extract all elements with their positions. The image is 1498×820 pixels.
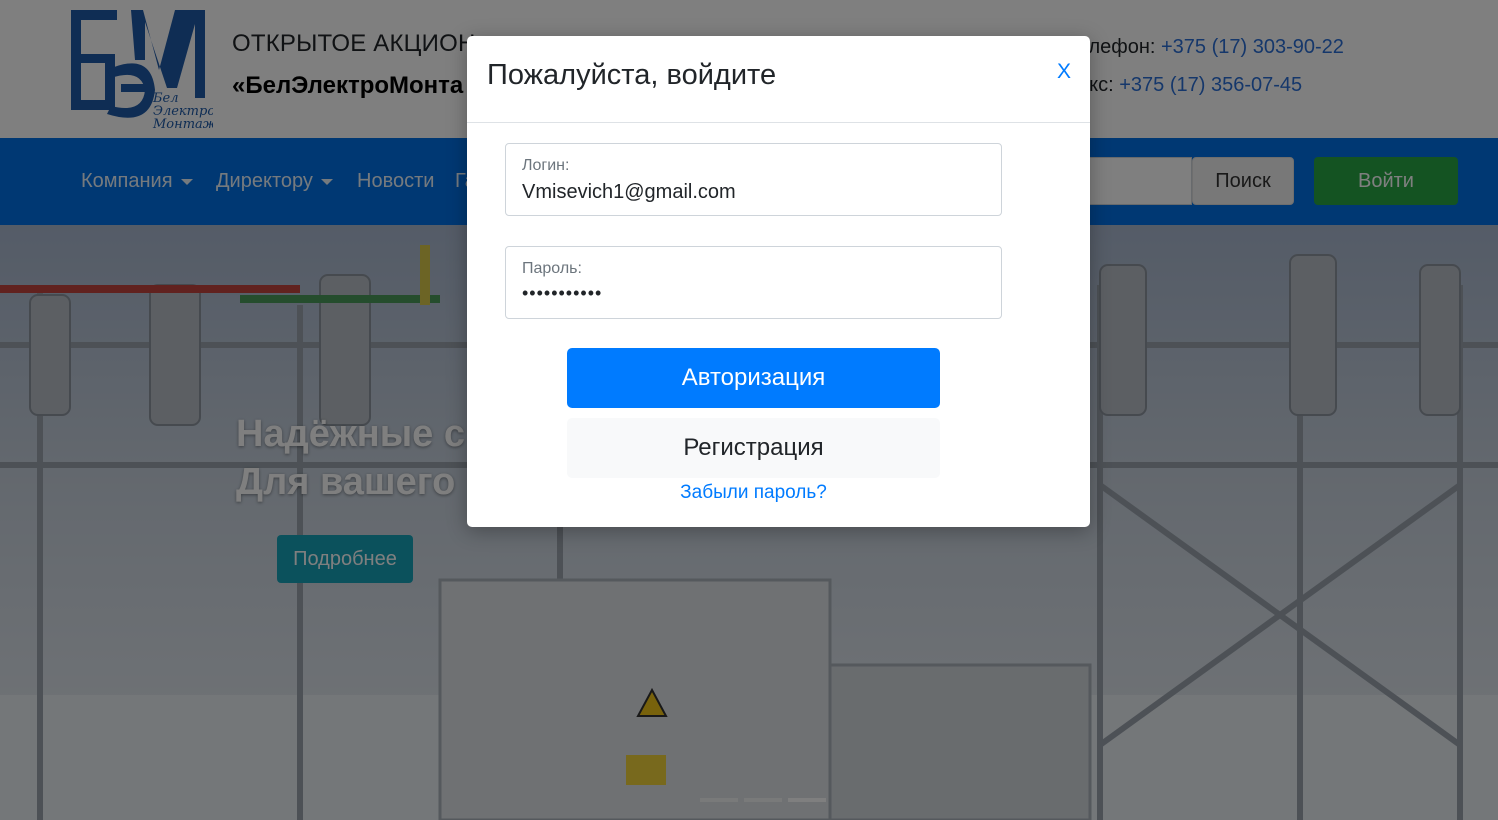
password-label: Пароль: [522,260,582,277]
login-modal: Пожалуйста, войдите X Логин: Vmisevich1@… [467,36,1090,527]
login-field[interactable]: Логин: Vmisevich1@gmail.com [505,143,1002,216]
close-icon[interactable]: X [1057,60,1071,84]
forgot-password-link[interactable]: Забыли пароль? [467,482,1040,504]
login-label: Логин: [522,157,570,174]
password-field[interactable]: Пароль: ••••••••••• [505,246,1002,319]
modal-header: Пожалуйста, войдите X [467,36,1090,123]
password-value: ••••••••••• [522,283,603,303]
register-button[interactable]: Регистрация [567,418,940,478]
modal-title: Пожалуйста, войдите [487,59,777,91]
authorize-button[interactable]: Авторизация [567,348,940,408]
login-value: Vmisevich1@gmail.com [522,181,736,203]
